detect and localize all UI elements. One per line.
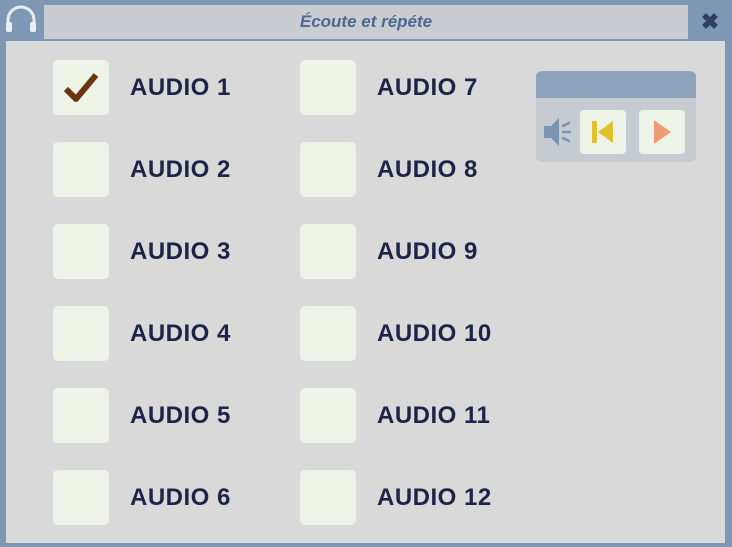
checkbox[interactable] [300, 224, 356, 279]
audio-item-4[interactable]: AUDIO 4 [53, 306, 231, 361]
audio-item-label: AUDIO 5 [130, 401, 231, 429]
audio-item-label: AUDIO 9 [377, 237, 478, 265]
speaker-icon[interactable] [542, 113, 572, 151]
audio-item-label: AUDIO 7 [377, 73, 478, 101]
title-bar: Écoute et répéte [44, 5, 688, 39]
audio-item-label: AUDIO 11 [377, 401, 491, 429]
audio-item-label: AUDIO 4 [130, 319, 231, 347]
close-icon: ✖ [700, 9, 720, 34]
audio-item-9[interactable]: AUDIO 9 [300, 224, 478, 279]
titlebar-icon-area [0, 0, 44, 40]
checkbox[interactable] [53, 60, 109, 115]
skip-back-icon [592, 121, 613, 143]
content-area: AUDIO 1 AUDIO 2 AUDIO 3 AUDIO 4 AUDIO 5 … [6, 41, 725, 543]
audio-item-label: AUDIO 1 [130, 73, 231, 101]
skip-back-button[interactable] [580, 110, 626, 154]
audio-item-label: AUDIO 12 [377, 483, 492, 511]
checkbox[interactable] [300, 60, 356, 115]
audio-item-label: AUDIO 3 [130, 237, 231, 265]
audio-item-label: AUDIO 6 [130, 483, 231, 511]
audio-item-8[interactable]: AUDIO 8 [300, 142, 478, 197]
audio-player-panel [536, 71, 696, 162]
audio-item-5[interactable]: AUDIO 5 [53, 388, 231, 443]
checkbox[interactable] [53, 306, 109, 361]
checkbox[interactable] [300, 142, 356, 197]
checkbox[interactable] [53, 388, 109, 443]
play-icon [654, 120, 671, 144]
checkmark-icon [63, 72, 99, 102]
audio-item-1[interactable]: AUDIO 1 [53, 60, 231, 115]
audio-item-11[interactable]: AUDIO 11 [300, 388, 490, 443]
headphones-icon [6, 5, 36, 32]
audio-item-2[interactable]: AUDIO 2 [53, 142, 231, 197]
audio-item-6[interactable]: AUDIO 6 [53, 470, 231, 525]
audio-item-10[interactable]: AUDIO 10 [300, 306, 492, 361]
audio-item-label: AUDIO 10 [377, 319, 492, 347]
audio-item-label: AUDIO 8 [377, 155, 478, 183]
window-title: Écoute et répéte [299, 12, 433, 31]
audio-window: Écoute et répéte ✖ AUDIO 1 AUDIO 2 AUDIO… [0, 0, 732, 547]
audio-item-3[interactable]: AUDIO 3 [53, 224, 231, 279]
checkbox[interactable] [53, 142, 109, 197]
audio-item-label: AUDIO 2 [130, 155, 231, 183]
checkbox[interactable] [300, 470, 356, 525]
checkbox[interactable] [300, 388, 356, 443]
checkbox[interactable] [300, 306, 356, 361]
audio-item-7[interactable]: AUDIO 7 [300, 60, 478, 115]
play-button[interactable] [639, 110, 685, 154]
checkbox[interactable] [53, 224, 109, 279]
player-header [536, 71, 696, 98]
checkbox[interactable] [53, 470, 109, 525]
close-button[interactable]: ✖ [692, 5, 728, 39]
audio-item-12[interactable]: AUDIO 12 [300, 470, 492, 525]
